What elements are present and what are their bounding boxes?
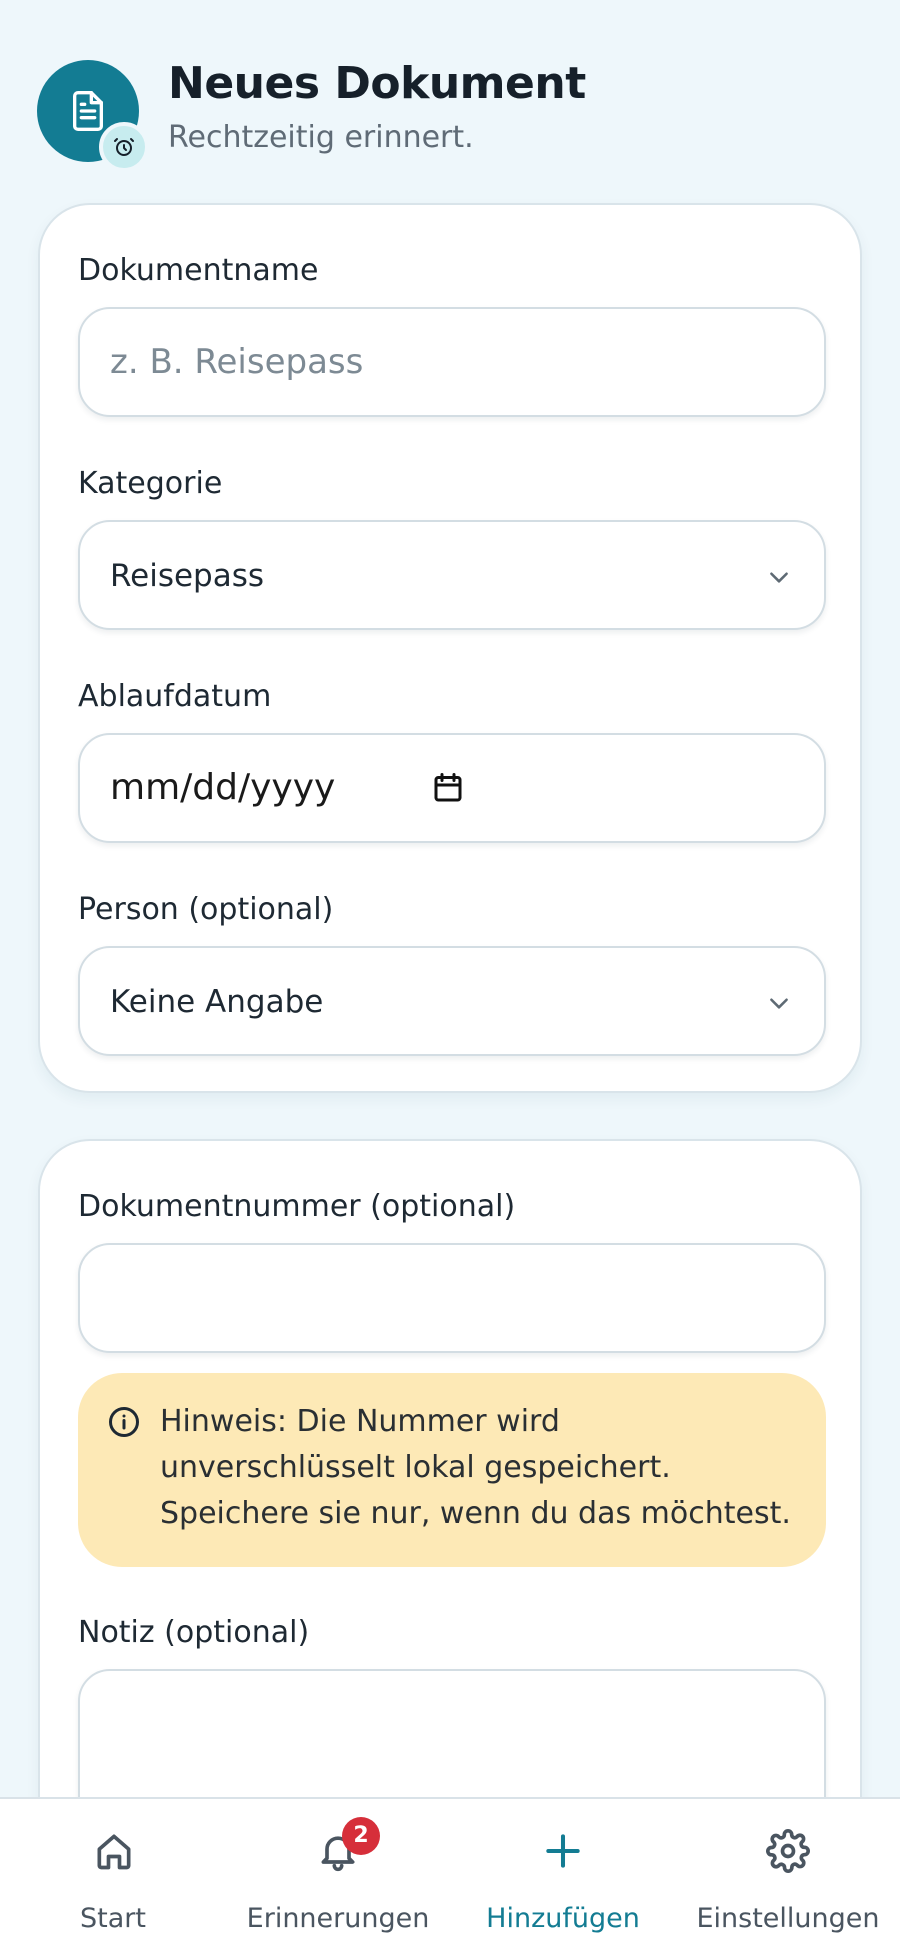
nav-label-settings: Einstellungen <box>696 1903 880 1934</box>
person-label: Person (optional) <box>78 892 334 927</box>
expiry-date-value: mm/dd/yyyy <box>110 767 336 808</box>
document-number-label: Dokumentnummer (optional) <box>78 1189 516 1224</box>
document-number-input[interactable] <box>78 1243 826 1353</box>
chevron-down-icon <box>770 572 788 583</box>
nav-item-reminders[interactable]: 2 Erinnerungen <box>238 1799 438 1947</box>
info-icon <box>109 1407 139 1437</box>
main-form-card: Dokumentname z. B. Reisepass Kategorie R… <box>38 203 862 1093</box>
document-icon <box>73 90 104 131</box>
app-screen: Neues Dokument Rechtzeitig erinnert. Dok… <box>0 0 900 1947</box>
security-notice: Hinweis: Die Nummer wird unverschlüsselt… <box>78 1373 826 1567</box>
category-label: Kategorie <box>78 466 223 501</box>
nav-item-start[interactable]: Start <box>38 1799 188 1947</box>
nav-label-start: Start <box>80 1903 146 1934</box>
home-icon <box>97 1834 131 1870</box>
alarm-badge <box>99 122 149 172</box>
expiry-date-input[interactable]: mm/dd/yyyy <box>78 733 826 843</box>
person-value: Keine Angabe <box>110 984 324 1020</box>
expiry-date-label: Ablaufdatum <box>78 679 272 714</box>
page-subtitle: Rechtzeitig erinnert. <box>168 120 474 155</box>
chevron-down-icon <box>770 998 788 1009</box>
page-header: Neues Dokument Rechtzeitig erinnert. <box>37 58 857 172</box>
alarm-clock-icon <box>114 138 134 156</box>
calendar-icon[interactable] <box>430 770 466 806</box>
plus-icon <box>546 1834 580 1868</box>
page-title: Neues Dokument <box>168 58 586 109</box>
gear-icon <box>766 1829 810 1873</box>
app-logo <box>37 60 149 172</box>
nav-label-reminders: Erinnerungen <box>246 1903 430 1934</box>
person-select[interactable]: Keine Angabe <box>78 946 826 1056</box>
notice-text: Hinweis: Die Nummer wird unverschlüsselt… <box>160 1404 791 1531</box>
nav-label-add: Hinzufügen <box>486 1903 640 1934</box>
category-select[interactable]: Reisepass <box>78 520 826 630</box>
document-name-input[interactable]: z. B. Reisepass <box>78 307 826 417</box>
note-label: Notiz (optional) <box>78 1615 310 1650</box>
bottom-navigation: Start 2 Erinnerungen Hinzufügen Einstell… <box>0 1797 900 1947</box>
category-value: Reisepass <box>110 558 265 594</box>
document-name-placeholder: z. B. Reisepass <box>110 342 364 382</box>
notification-badge: 2 <box>342 1817 380 1855</box>
nav-item-add[interactable]: Hinzufügen <box>478 1799 648 1947</box>
nav-item-settings[interactable]: Einstellungen <box>688 1799 888 1947</box>
document-name-label: Dokumentname <box>78 253 319 288</box>
